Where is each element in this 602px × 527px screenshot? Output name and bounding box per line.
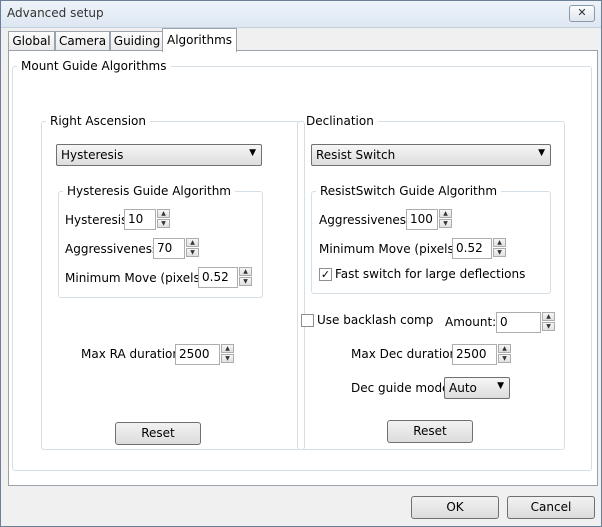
- tab-global[interactable]: Global: [8, 31, 55, 51]
- ra-algorithm-value: Hysteresis: [61, 148, 124, 162]
- dec-reset-button[interactable]: Reset: [387, 420, 473, 443]
- spin-up-icon[interactable]: ▲: [542, 312, 555, 321]
- spin-down-icon[interactable]: ▼: [221, 354, 234, 363]
- max-ra-duration-spinner[interactable]: 2500 ▲ ▼: [175, 344, 235, 365]
- spin-down-icon[interactable]: ▼: [498, 354, 511, 363]
- backlash-comp-label[interactable]: Use backlash comp: [317, 313, 433, 327]
- amount-spinner[interactable]: 0 ▲ ▼: [496, 312, 556, 333]
- dec-guide-mode-label: Dec guide mode:: [351, 381, 454, 395]
- chevron-down-icon: ▼: [538, 148, 545, 158]
- ra-group-title: Right Ascension: [50, 114, 146, 128]
- spin-up-icon[interactable]: ▲: [157, 209, 170, 218]
- max-ra-duration-label: Max RA duration:: [81, 347, 185, 361]
- dec-aggressiveness-input[interactable]: 100: [406, 209, 438, 230]
- dec-min-move-label: Minimum Move (pixels):: [319, 242, 463, 256]
- hysteresis-label: Hysteresis:: [65, 213, 132, 227]
- fast-switch-label[interactable]: Fast switch for large deflections: [335, 267, 525, 281]
- spin-up-icon[interactable]: ▲: [239, 267, 252, 276]
- tab-algorithms[interactable]: Algorithms: [162, 28, 237, 52]
- chevron-down-icon: ▼: [249, 148, 256, 158]
- tab-camera[interactable]: Camera: [55, 31, 110, 51]
- spin-down-icon[interactable]: ▼: [186, 248, 199, 257]
- amount-label: Amount:: [445, 315, 497, 329]
- tab-label: Global: [12, 34, 51, 48]
- ra-aggressiveness-label: Aggressiveness:: [65, 242, 163, 256]
- title-bar: Advanced setup ✕: [1, 1, 601, 28]
- spin-down-icon[interactable]: ▼: [157, 219, 170, 228]
- dec-guide-mode-select[interactable]: Auto ▼: [444, 377, 510, 399]
- spin-down-icon[interactable]: ▼: [542, 322, 555, 331]
- ra-algo-group-title: Hysteresis Guide Algorithm: [67, 184, 231, 198]
- max-dec-duration-spinner[interactable]: 2500 ▲ ▼: [452, 344, 512, 365]
- advanced-setup-dialog: Advanced setup ✕ Global Camera Guiding A…: [0, 0, 602, 527]
- dec-algorithm-select[interactable]: Resist Switch ▼: [311, 144, 551, 166]
- tab-label: Camera: [58, 34, 107, 48]
- dec-algo-group-title: ResistSwitch Guide Algorithm: [320, 184, 498, 198]
- dec-min-move-spinner[interactable]: 0.52 ▲ ▼: [452, 238, 507, 259]
- ra-min-move-spinner[interactable]: 0.52 ▲ ▼: [198, 267, 253, 288]
- dec-aggressiveness-spinner[interactable]: 100 ▲ ▼: [406, 209, 453, 230]
- dec-guide-mode-value: Auto: [449, 381, 477, 395]
- window-title: Advanced setup: [7, 6, 104, 20]
- mount-group-title: Mount Guide Algorithms: [21, 59, 167, 73]
- amount-input[interactable]: 0: [496, 312, 541, 333]
- ra-min-move-label: Minimum Move (pixels):: [65, 271, 209, 285]
- hysteresis-input[interactable]: 10: [124, 209, 156, 230]
- checkmark-icon: ✓: [320, 268, 331, 281]
- tab-label: Guiding: [113, 34, 161, 48]
- ok-button[interactable]: OK: [411, 496, 499, 519]
- max-dec-duration-label: Max Dec duration:: [351, 347, 462, 361]
- dec-group-title: Declination: [306, 114, 374, 128]
- spin-down-icon[interactable]: ▼: [493, 248, 506, 257]
- tab-label: Algorithms: [166, 33, 233, 47]
- spin-up-icon[interactable]: ▲: [493, 238, 506, 247]
- max-dec-duration-input[interactable]: 2500: [452, 344, 497, 365]
- dec-aggressiveness-label: Aggressiveness:: [319, 213, 417, 227]
- spin-down-icon[interactable]: ▼: [239, 277, 252, 286]
- spin-down-icon[interactable]: ▼: [439, 219, 452, 228]
- close-button[interactable]: ✕: [569, 5, 595, 22]
- close-icon: ✕: [577, 6, 587, 19]
- dec-algorithm-value: Resist Switch: [316, 148, 396, 162]
- backlash-comp-checkbox[interactable]: [301, 314, 314, 327]
- fast-switch-checkbox[interactable]: ✓: [319, 268, 332, 281]
- hysteresis-spinner[interactable]: 10 ▲ ▼: [124, 209, 171, 230]
- chevron-down-icon: ▼: [497, 381, 504, 391]
- ra-aggressiveness-spinner[interactable]: 70 ▲ ▼: [153, 238, 200, 259]
- ra-aggressiveness-input[interactable]: 70: [153, 238, 185, 259]
- spin-up-icon[interactable]: ▲: [498, 344, 511, 353]
- ra-algorithm-select[interactable]: Hysteresis ▼: [56, 144, 262, 166]
- max-ra-duration-input[interactable]: 2500: [175, 344, 220, 365]
- ra-reset-button[interactable]: Reset: [115, 422, 201, 445]
- spin-up-icon[interactable]: ▲: [439, 209, 452, 218]
- spin-up-icon[interactable]: ▲: [221, 344, 234, 353]
- cancel-button[interactable]: Cancel: [507, 496, 595, 519]
- algorithms-panel: Mount Guide Algorithms Right Ascension H…: [8, 50, 598, 486]
- spin-up-icon[interactable]: ▲: [186, 238, 199, 247]
- tab-guiding[interactable]: Guiding: [110, 31, 164, 51]
- dec-min-move-input[interactable]: 0.52: [452, 238, 492, 259]
- ra-min-move-input[interactable]: 0.52: [198, 267, 238, 288]
